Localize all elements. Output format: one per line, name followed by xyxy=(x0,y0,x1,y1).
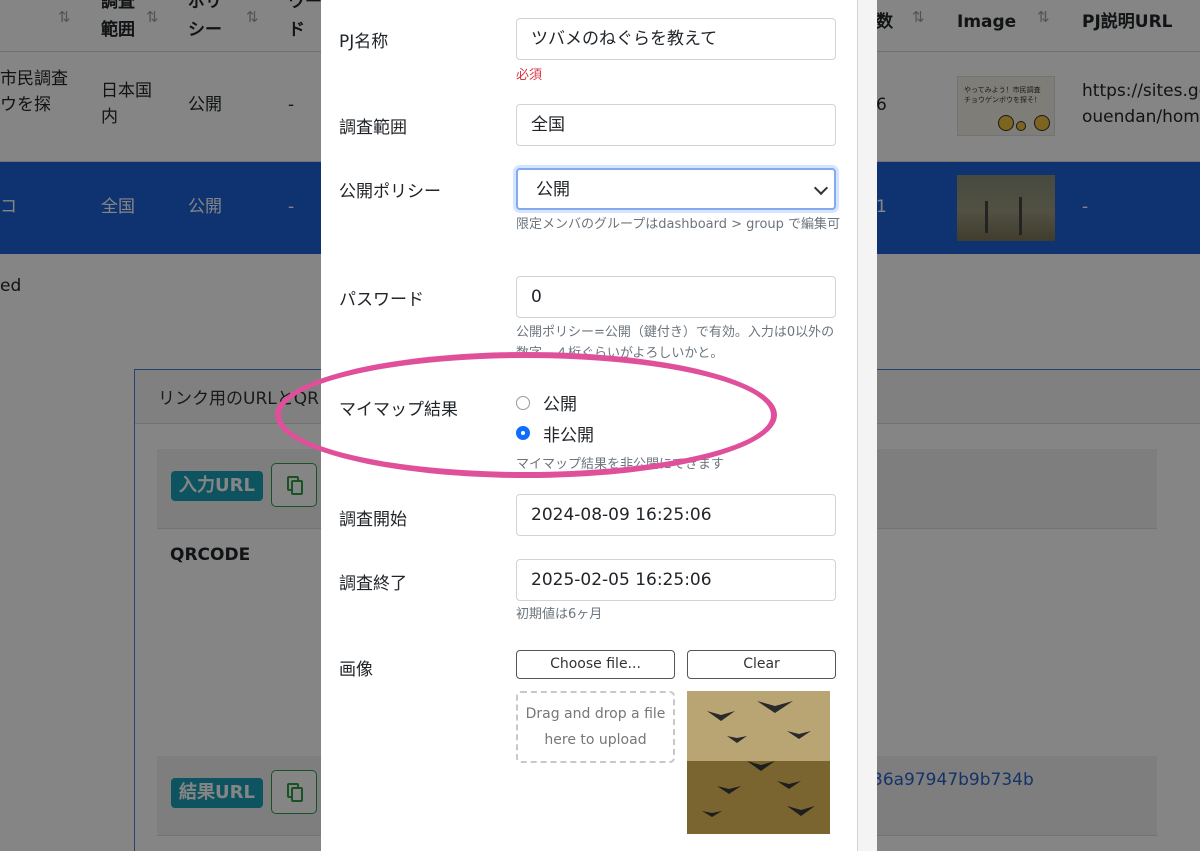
password-input[interactable]: 0 xyxy=(516,276,836,318)
chevron-down-icon xyxy=(813,180,829,196)
end-date-input[interactable]: 2025-02-05 16:25:06 xyxy=(516,559,836,601)
name-label: PJ名称 xyxy=(339,32,389,52)
choose-file-button[interactable]: Choose file... xyxy=(516,650,675,679)
clear-button[interactable]: Clear xyxy=(687,650,836,679)
annotation-ellipse xyxy=(275,352,777,478)
policy-label: 公開ポリシー xyxy=(339,182,441,202)
project-name-input[interactable]: ツバメのねぐらを教えて xyxy=(516,18,836,60)
range-label: 調査範囲 xyxy=(339,118,407,138)
start-label: 調査開始 xyxy=(339,510,407,530)
policy-select[interactable]: 公開 xyxy=(516,168,836,210)
required-note: 必須 xyxy=(516,68,543,83)
password-label: パスワード xyxy=(339,290,424,310)
survey-range-input[interactable]: 全国 xyxy=(516,104,836,146)
end-help: 初期値は6ヶ月 xyxy=(516,607,603,622)
start-date-input[interactable]: 2024-08-09 16:25:06 xyxy=(516,494,836,536)
policy-help: 限定メンバのグループはdashboard > group で編集可 xyxy=(516,217,841,232)
swallows-illustration xyxy=(687,691,830,834)
end-label: 調査終了 xyxy=(339,574,407,594)
policy-selected-value: 公開 xyxy=(536,180,570,200)
image-label: 画像 xyxy=(339,660,373,680)
modal-scrollbar[interactable] xyxy=(857,0,877,851)
file-dropzone[interactable]: Drag and drop a file here to upload xyxy=(516,691,675,763)
image-preview xyxy=(687,691,830,834)
